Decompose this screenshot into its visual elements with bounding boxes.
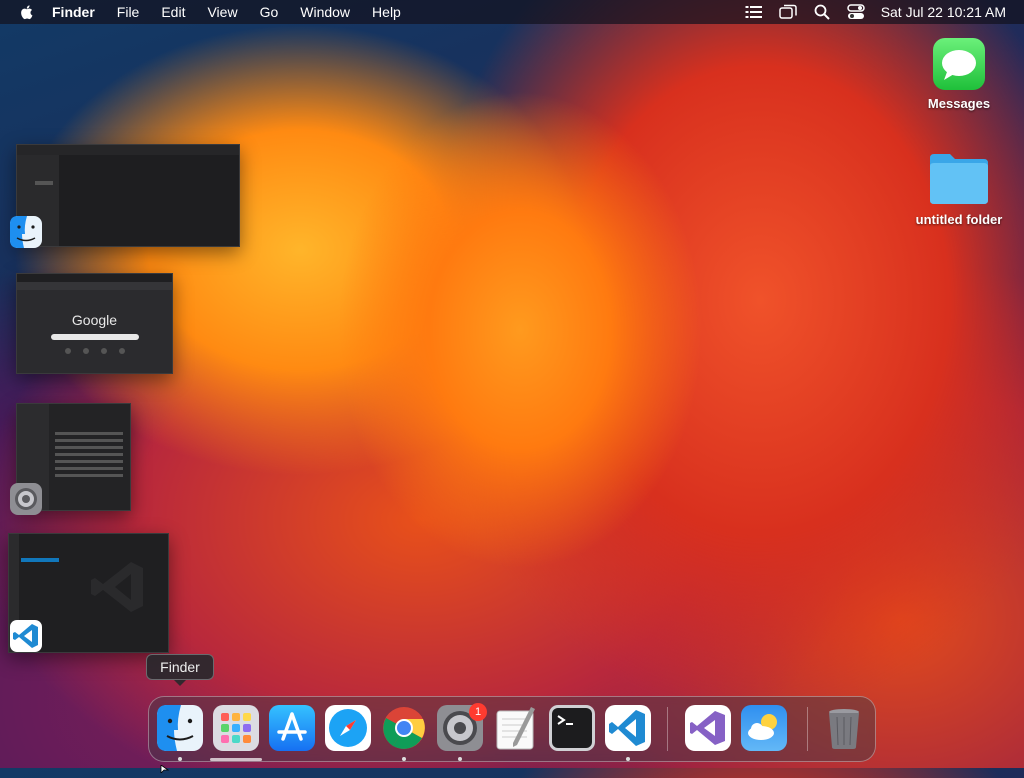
control-center-icon[interactable] <box>846 4 865 20</box>
vscode-watermark-icon <box>89 558 147 621</box>
running-indicator <box>458 757 462 761</box>
messages-icon <box>933 38 985 90</box>
dock-launchpad[interactable] <box>213 705 259 751</box>
dock-tooltip: Finder <box>146 654 214 686</box>
desktop-icon-label: untitled folder <box>915 212 1003 227</box>
chrome-tabbar-preview <box>17 274 172 282</box>
trash-icon <box>829 709 859 749</box>
running-indicator <box>402 757 406 761</box>
dock-safari[interactable] <box>325 705 371 751</box>
apple-menu-icon[interactable] <box>18 3 36 21</box>
weather-icon <box>741 705 787 751</box>
menu-window[interactable]: Window <box>300 0 350 24</box>
google-logo-preview: Google <box>71 312 118 328</box>
dock-separator <box>807 707 808 751</box>
visual-studio-icon <box>685 705 731 751</box>
textedit-icon <box>496 707 535 750</box>
folder-icon <box>928 150 990 206</box>
menu-help[interactable]: Help <box>372 0 401 24</box>
terminal-icon <box>549 705 595 751</box>
google-search-box-preview <box>51 334 139 340</box>
app-store-icon <box>269 705 315 751</box>
stage-group-chrome[interactable]: Google <box>16 273 173 374</box>
dock-trash[interactable] <box>821 705 867 751</box>
dock-finder[interactable] <box>157 705 203 751</box>
dock-app-store[interactable] <box>269 705 315 751</box>
stage-group-finder[interactable] <box>16 144 240 247</box>
finder-icon <box>157 705 203 751</box>
menubar-clock[interactable]: Sat Jul 22 10:21 AM <box>881 4 1006 20</box>
vscode-icon <box>605 705 651 751</box>
mouse-cursor-icon <box>160 760 170 778</box>
safari-icon <box>325 705 371 751</box>
dock-visual-studio[interactable] <box>685 705 731 751</box>
vscode-button-preview <box>21 558 59 562</box>
google-shortcuts-preview <box>65 348 125 354</box>
dock-vscode[interactable] <box>605 705 651 751</box>
notification-badge: 1 <box>469 703 487 721</box>
dock-separator <box>667 707 668 751</box>
menu-file[interactable]: File <box>117 0 140 24</box>
search-icon[interactable] <box>813 4 831 20</box>
desktop-icon-label: Messages <box>927 96 991 111</box>
screen-mirror-icon[interactable] <box>778 4 797 20</box>
finder-toolbar-preview <box>17 145 239 155</box>
menu-bar: Finder File Edit View Go Window Help Sat… <box>0 0 1024 24</box>
chrome-icon <box>383 707 425 749</box>
menu-go[interactable]: Go <box>260 0 279 24</box>
menu-app-finder[interactable]: Finder <box>52 0 95 24</box>
list-icon[interactable] <box>745 4 763 20</box>
dock: 1 <box>148 696 876 762</box>
chrome-addressbar-preview <box>17 282 172 290</box>
menu-edit[interactable]: Edit <box>161 0 185 24</box>
dock-scroll-indicator <box>210 758 262 761</box>
dock-textedit[interactable] <box>493 705 539 751</box>
settings-rows-preview <box>55 432 123 492</box>
running-indicator <box>178 757 182 761</box>
running-indicator <box>626 757 630 761</box>
dock-weather[interactable] <box>741 705 787 751</box>
dock-chrome[interactable] <box>381 705 427 751</box>
dock-terminal[interactable] <box>549 705 595 751</box>
finder-icon <box>10 216 42 253</box>
sidebar-selection-preview <box>35 181 53 185</box>
desktop-icon-untitled-folder[interactable]: untitled folder <box>909 150 1009 227</box>
menu-view[interactable]: View <box>207 0 237 24</box>
desktop-icon-messages[interactable]: Messages <box>909 38 1009 111</box>
settings-icon <box>10 483 42 520</box>
launchpad-icon <box>213 705 259 751</box>
vscode-icon <box>10 620 42 657</box>
